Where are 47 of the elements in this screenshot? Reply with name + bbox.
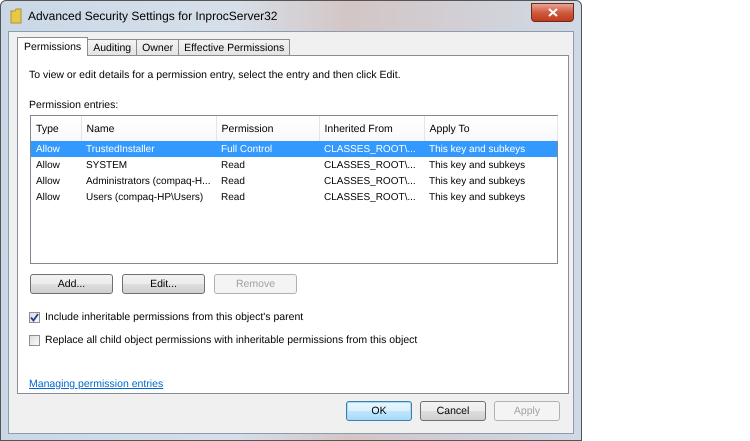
close-icon (548, 8, 558, 16)
table-row[interactable]: Allow Administrators (compaq-H... Read CLASSES_ROOT\... This key and subkeys (31, 173, 557, 189)
instruction-text: To view or edit details for a permission entry, select the entry and then click Edit. (29, 69, 402, 81)
table-cell-text: Administrators (compaq-H... (85, 174, 212, 188)
table-cell-text: Users (compaq-HP\Users) (85, 190, 204, 204)
ok-button[interactable]: OK (346, 401, 412, 421)
checkbox-label: Replace all child object permissions with inheritable permissions from this object (45, 334, 418, 346)
column-header[interactable]: Type (31, 116, 81, 141)
table-cell: Full Control (216, 141, 319, 157)
table-cell: Allow (31, 141, 81, 157)
table-cell-text: This key and subkeys (428, 190, 526, 204)
table-cell: Read (216, 157, 319, 173)
tab[interactable]: Permissions (17, 37, 88, 56)
edit-button[interactable]: Edit... (122, 274, 205, 294)
table-cell-text: CLASSES_ROOT\... (323, 190, 417, 204)
column-header[interactable]: Apply To (424, 116, 557, 141)
table-cell-text: Allow (35, 190, 61, 204)
checkbox[interactable] (29, 312, 40, 322)
close-button[interactable] (531, 2, 574, 22)
table-cell: TrustedInstaller (81, 141, 216, 157)
table-cell: This key and subkeys (424, 157, 557, 173)
list-label: Permission entries: (29, 99, 120, 111)
column-header[interactable]: Name (81, 116, 216, 141)
table-cell: This key and subkeys (424, 141, 557, 157)
table-cell-text: This key and subkeys (428, 174, 526, 188)
table-cell-text: CLASSES_ROOT\... (323, 174, 417, 188)
column-header[interactable]: Permission (216, 116, 319, 141)
cancel-button[interactable]: Cancel (420, 401, 486, 421)
table-cell: CLASSES_ROOT\... (319, 157, 424, 173)
column-header[interactable]: Inherited From (319, 116, 424, 141)
tab[interactable]: Owner (136, 39, 180, 55)
table-row[interactable]: Allow Users (compaq-HP\Users) Read CLASSES_ROOT\... This key and subkeys (31, 189, 557, 205)
checkbox-label: Include inheritable permissions from this object's parent (45, 311, 304, 323)
tab[interactable]: Auditing (87, 39, 138, 55)
table-cell: CLASSES_ROOT\... (319, 141, 424, 157)
table-row[interactable]: Allow SYSTEM Read CLASSES_ROOT\... This key and subkeys (31, 157, 557, 173)
add-button[interactable]: Add... (30, 274, 113, 294)
table-cell: Allow (31, 157, 81, 173)
table-cell: SYSTEM (81, 157, 216, 173)
window-title: Advanced Security Settings for InprocServer32 (28, 9, 278, 23)
table-cell-text: Read (220, 190, 246, 204)
tab[interactable]: Effective Permissions (178, 39, 290, 55)
table-cell-text: Read (220, 174, 246, 188)
table-cell-text: Allow (35, 174, 61, 188)
help-link[interactable]: Managing permission entries (29, 378, 164, 390)
folder-icon (10, 8, 22, 24)
checkbox[interactable] (29, 334, 40, 346)
